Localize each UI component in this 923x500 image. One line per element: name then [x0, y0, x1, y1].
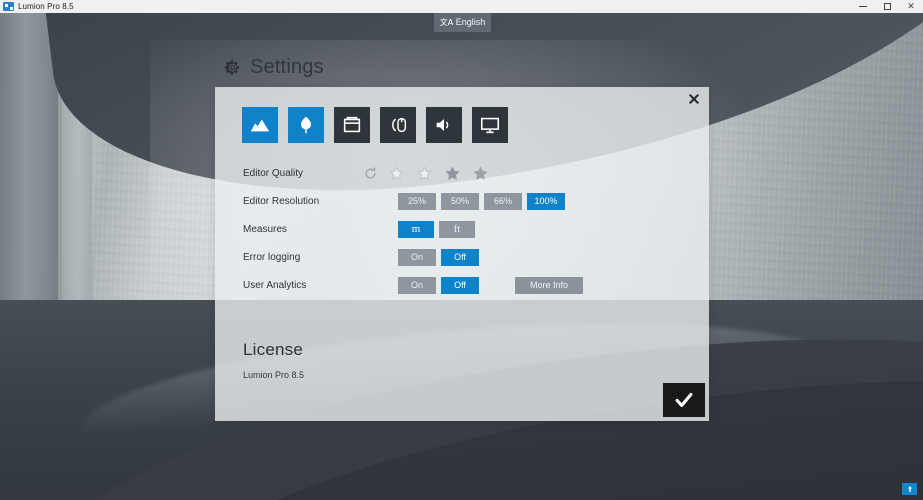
lumion-logo-icon [3, 2, 14, 11]
minimize-button[interactable] [851, 0, 875, 13]
gear-icon [224, 59, 241, 76]
star-3[interactable] [444, 165, 461, 182]
page-title: Settings [224, 56, 324, 79]
settings-rows: Editor Quality Editor Resolution 25% 50%… [243, 159, 683, 299]
user-analytics-option-on[interactable]: On [398, 276, 436, 294]
measures-option-ft[interactable]: ft [439, 220, 475, 238]
tab-audio[interactable] [426, 107, 462, 143]
license-title: License [243, 340, 303, 359]
maximize-button[interactable] [875, 0, 899, 13]
minimize-icon [859, 6, 867, 7]
resolution-option-25[interactable]: 25% [398, 192, 436, 210]
window-icon [343, 116, 361, 133]
tree-icon [301, 116, 311, 134]
language-label: English [455, 17, 486, 27]
tab-display[interactable] [472, 107, 508, 143]
close-icon: ✕ [907, 1, 915, 11]
tab-environment[interactable] [288, 107, 324, 143]
tab-terrain[interactable] [242, 107, 278, 143]
language-button[interactable]: 文A English [434, 12, 491, 32]
window-controls: ✕ [851, 0, 923, 13]
resolution-option-100[interactable]: 100% [527, 192, 565, 210]
row-editor-quality: Editor Quality [243, 159, 683, 187]
tab-input[interactable] [380, 107, 416, 143]
monitor-icon [480, 117, 500, 134]
speaker-icon [436, 119, 449, 131]
mouse-icon [392, 117, 407, 133]
close-button[interactable]: ✕ [899, 0, 923, 13]
editor-resolution-controls: 25% 50% 66% 100% [398, 192, 566, 210]
error-logging-option-on[interactable]: On [398, 248, 436, 266]
confirm-button[interactable] [663, 383, 705, 417]
star-1[interactable] [388, 165, 405, 182]
editor-resolution-label: Editor Resolution [243, 195, 320, 207]
star-4[interactable] [472, 165, 489, 182]
license-section: License Lumion Pro 8.5 [243, 340, 304, 380]
settings-panel: Editor Quality Editor Resolution 25% 50%… [215, 87, 709, 421]
measures-option-m[interactable]: m [398, 220, 434, 238]
app-window: Lumion Pro 8.5 ✕ 文A English Settings Edi… [0, 0, 923, 500]
error-logging-option-off[interactable]: Off [441, 248, 479, 266]
mountain-icon [250, 119, 270, 132]
reset-icon [365, 166, 376, 179]
window-title: Lumion Pro 8.5 [18, 2, 74, 11]
more-info-button[interactable]: More Info [515, 276, 583, 294]
measures-label: Measures [243, 223, 287, 235]
user-analytics-controls: On Off More Info [398, 276, 584, 294]
row-error-logging: Error logging On Off [243, 243, 683, 271]
resolution-option-66[interactable]: 66% [484, 192, 522, 210]
panel-close-button[interactable] [683, 88, 705, 110]
user-analytics-option-off[interactable]: Off [441, 276, 479, 294]
checkmark-icon [675, 392, 693, 408]
editor-quality-label: Editor Quality [243, 167, 304, 179]
star-2[interactable] [416, 165, 433, 182]
error-logging-label: Error logging [243, 251, 301, 263]
editor-quality-controls [361, 164, 496, 182]
license-value: Lumion Pro 8.5 [243, 370, 305, 380]
error-logging-controls: On Off [398, 248, 480, 266]
resolution-option-50[interactable]: 50% [441, 192, 479, 210]
reset-button[interactable] [361, 164, 379, 182]
measures-controls: m ft [398, 220, 476, 238]
settings-tabs [242, 107, 508, 143]
tab-window[interactable] [334, 107, 370, 143]
user-analytics-label: User Analytics [243, 279, 307, 291]
page-title-text: Settings [250, 56, 324, 78]
row-measures: Measures m ft [243, 215, 683, 243]
translate-icon: 文A [439, 17, 454, 27]
window-titlebar[interactable]: Lumion Pro 8.5 ✕ [0, 0, 923, 13]
row-user-analytics: User Analytics On Off More Info [243, 271, 683, 299]
maximize-icon [883, 3, 891, 10]
info-arrow-icon [907, 486, 912, 492]
row-editor-resolution: Editor Resolution 25% 50% 66% 100% [243, 187, 683, 215]
help-button[interactable] [902, 483, 917, 495]
